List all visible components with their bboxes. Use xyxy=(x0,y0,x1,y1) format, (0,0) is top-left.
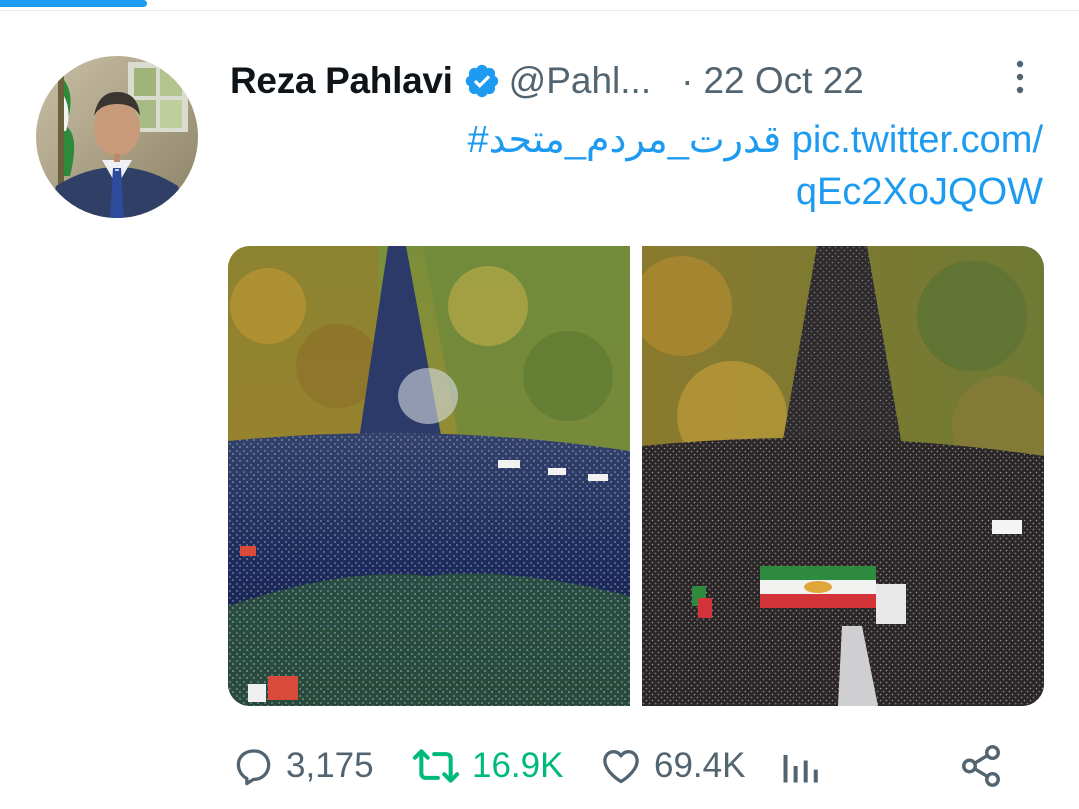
retweet-count: 16.9K xyxy=(472,746,564,785)
retweet-icon xyxy=(412,749,460,783)
tweet-header: Reza Pahlavi @Pahl... · 22 Oct 22 xyxy=(230,58,864,104)
tweet-text: #قدرت_مردم_متحد pic.twitter.com/ qEc2XoJ… xyxy=(250,114,1043,218)
reply-icon xyxy=(236,749,271,786)
author-name[interactable]: Reza Pahlavi xyxy=(230,60,453,102)
top-loading-bar xyxy=(0,0,1079,11)
tweet-date[interactable]: 22 Oct 22 xyxy=(703,60,863,102)
media-grid xyxy=(228,246,1044,706)
top-divider xyxy=(0,10,1079,11)
avatar-portrait-image xyxy=(36,56,198,218)
like-button[interactable]: 69.4K xyxy=(598,738,745,794)
verified-badge-icon xyxy=(465,64,498,98)
more-options-icon[interactable] xyxy=(1008,58,1032,98)
aerial-crowd-photo-left[interactable] xyxy=(228,246,630,706)
hashtag-and-link-text[interactable]: #قدرت_مردم_متحد pic.twitter.com/ xyxy=(250,114,1043,166)
retweet-button[interactable]: 16.9K xyxy=(410,738,563,794)
share-icon xyxy=(962,745,1000,787)
reply-button[interactable]: 3,175 xyxy=(232,738,374,794)
author-handle[interactable]: @Pahl... xyxy=(509,60,651,102)
share-button[interactable] xyxy=(958,738,1004,794)
heart-icon xyxy=(603,750,639,784)
views-button[interactable] xyxy=(778,738,822,794)
pic-link-text[interactable]: qEc2XoJQOW xyxy=(250,166,1043,218)
like-count: 69.4K xyxy=(654,746,746,785)
aerial-crowd-photo-right[interactable] xyxy=(642,246,1044,706)
loading-progress xyxy=(0,0,147,7)
separator-dot: · xyxy=(681,60,694,101)
avatar[interactable] xyxy=(36,56,198,218)
views-bar-chart-icon xyxy=(783,755,818,783)
tweet-action-bar: 3,175 16.9K 69.4K xyxy=(232,738,1052,794)
reply-count: 3,175 xyxy=(286,746,374,785)
